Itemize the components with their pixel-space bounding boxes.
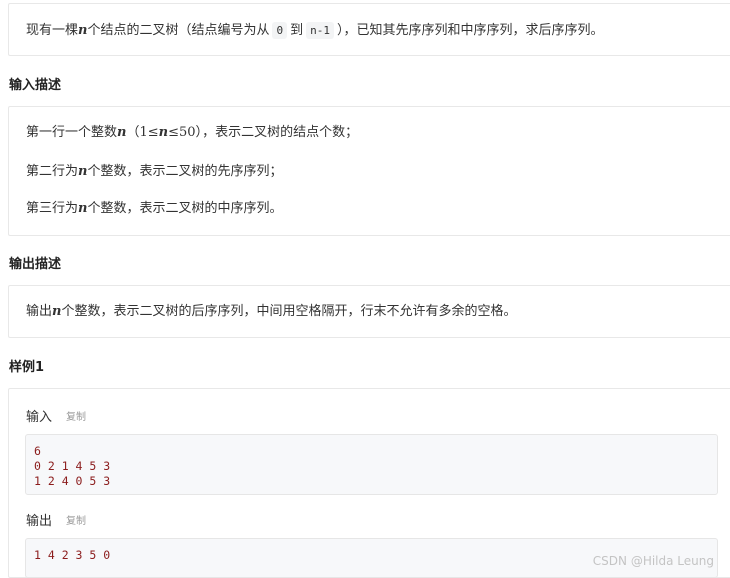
line-text: 第三行为 bbox=[26, 201, 79, 216]
line-text: 第二行为 bbox=[26, 164, 79, 179]
line-text: 第一行一个整数 bbox=[26, 125, 118, 140]
line-text: 个整数，表示二叉树的先序序列； bbox=[87, 164, 283, 179]
input-line-1: 第一行一个整数n（1≤n≤50），表示二叉树的结点个数； bbox=[9, 124, 358, 142]
output-line-1: 输出n个整数，表示二叉树的后序序列，中间用空格隔开，行末不允许有多余的空格。 bbox=[9, 303, 516, 321]
input-line-2: 第二行为n个整数，表示二叉树的先序序列； bbox=[9, 163, 282, 181]
input-line-3: 第三行为n个整数，表示二叉树的中序序列。 bbox=[9, 200, 282, 218]
desc-text: 个结点的二叉树（结点编号为从 bbox=[87, 23, 270, 38]
sample-output-label: 输出 bbox=[26, 514, 53, 529]
desc-text: 现有一棵 bbox=[26, 23, 79, 38]
desc-text: 到 bbox=[290, 23, 304, 38]
sample-input-label: 输入 bbox=[26, 410, 53, 425]
problem-description: 现有一棵n个结点的二叉树（结点编号为从 0 到 n-1 ），已知其先序序列和中序序列，求… bbox=[9, 22, 604, 40]
sample-card: 输入 复制 6 0 2 1 4 5 3 1 2 4 0 5 3 输出 复制 1 … bbox=[8, 388, 730, 578]
line-text: （ bbox=[126, 125, 140, 140]
math-range: 1≤ bbox=[139, 125, 159, 140]
problem-description-card: 现有一棵n个结点的二叉树（结点编号为从 0 到 n-1 ），已知其先序序列和中序序列，求… bbox=[8, 3, 730, 56]
line-text: 输出 bbox=[26, 304, 53, 319]
input-description-card: 第一行一个整数n（1≤n≤50），表示二叉树的结点个数； 第二行为n个整数，表示… bbox=[8, 106, 730, 236]
line-text: ，表示二叉树的结点个数； bbox=[202, 125, 359, 140]
output-description-card: 输出n个整数，表示二叉树的后序序列，中间用空格隔开，行末不允许有多余的空格。 bbox=[8, 285, 730, 338]
watermark: CSDN @Hilda Leung bbox=[592, 554, 714, 568]
input-section-title: 输入描述 bbox=[9, 78, 62, 93]
sample-section-title: 样例1 bbox=[9, 360, 45, 375]
sample-input-code: 6 0 2 1 4 5 3 1 2 4 0 5 3 bbox=[34, 444, 111, 488]
copy-output-button[interactable]: 复制 bbox=[66, 512, 86, 527]
line-text: 个整数，表示二叉树的后序序列，中间用空格隔开，行末不允许有多余的空格。 bbox=[61, 304, 517, 319]
math-range: ≤50 bbox=[168, 125, 196, 140]
var-n: n bbox=[158, 125, 169, 140]
inline-code-end: n-1 bbox=[306, 22, 334, 39]
output-section-title: 输出描述 bbox=[9, 257, 62, 272]
line-text: 个整数，表示二叉树的中序序列。 bbox=[87, 201, 283, 216]
sample-input-box: 6 0 2 1 4 5 3 1 2 4 0 5 3 bbox=[25, 434, 718, 495]
inline-code-start: 0 bbox=[272, 22, 288, 39]
desc-text: ），已知其先序序列和中序序列，求后序序列。 bbox=[337, 23, 604, 38]
copy-input-button[interactable]: 复制 bbox=[66, 408, 86, 423]
